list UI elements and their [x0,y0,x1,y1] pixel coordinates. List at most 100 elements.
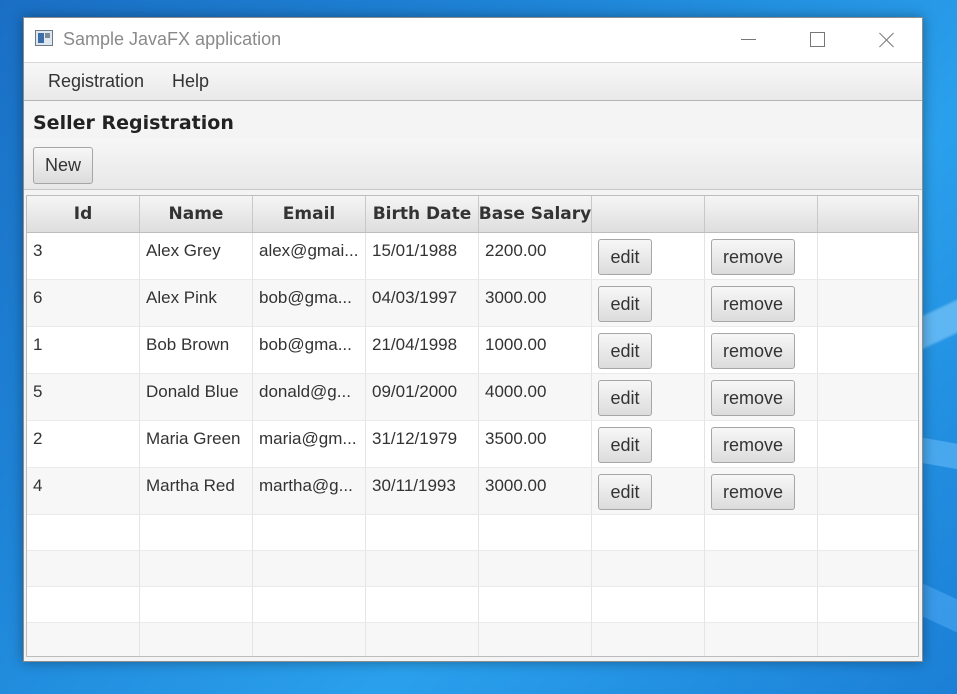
empty-cell [705,623,818,656]
cell-id: 4 [27,468,140,514]
cell-remove: remove [705,280,818,326]
page-title: Seller Registration [33,112,234,134]
title-bar[interactable]: Sample JavaFX application [24,18,922,63]
edit-button[interactable]: edit [598,474,652,510]
empty-cell [592,587,705,622]
empty-cell [592,515,705,550]
cell-remove: remove [705,327,818,373]
table-row[interactable]: 1 Bob Brown bob@gma... 21/04/1998 1000.00 edi… [27,327,918,374]
new-seller-button[interactable]: New [33,147,93,184]
cell-base-salary: 3500.00 [479,421,592,467]
table-row[interactable]: 2 Maria Green maria@gm... 31/12/1979 3500.00… [27,421,918,468]
close-icon[interactable] [857,18,917,62]
empty-cell [27,623,140,656]
empty-cell [479,515,592,550]
cell-filler [818,421,918,467]
edit-button[interactable]: edit [598,286,652,322]
empty-cell [366,587,479,622]
cell-remove: remove [705,374,818,420]
column-header-filler [818,196,918,232]
remove-button[interactable]: remove [711,380,795,416]
cell-id: 2 [27,421,140,467]
empty-cell [818,587,918,622]
cell-id: 6 [27,280,140,326]
column-header-email[interactable]: Email [253,196,366,232]
cell-edit: edit [592,280,705,326]
empty-cell [818,551,918,586]
empty-cell [705,515,818,550]
remove-button[interactable]: remove [711,333,795,369]
cell-name: Martha Red [140,468,253,514]
column-header-base-salary[interactable]: Base Salary [479,196,592,232]
column-header-remove[interactable] [705,196,818,232]
toolbar: New [24,139,922,190]
cell-email: alex@gmai... [253,233,366,279]
column-header-edit[interactable] [592,196,705,232]
empty-cell [479,623,592,656]
cell-name: Maria Green [140,421,253,467]
cell-name: Donald Blue [140,374,253,420]
edit-button[interactable]: edit [598,427,652,463]
empty-cell [27,515,140,550]
edit-button[interactable]: edit [598,380,652,416]
cell-birth-date: 21/04/1998 [366,327,479,373]
empty-cell [366,551,479,586]
column-header-name[interactable]: Name [140,196,253,232]
empty-table-row [27,551,918,587]
menu-registration[interactable]: Registration [38,71,154,92]
empty-cell [366,515,479,550]
cell-base-salary: 1000.00 [479,327,592,373]
cell-base-salary: 3000.00 [479,280,592,326]
cell-remove: remove [705,233,818,279]
cell-remove: remove [705,468,818,514]
cell-name: Alex Grey [140,233,253,279]
cell-id: 5 [27,374,140,420]
cell-id: 3 [27,233,140,279]
empty-cell [253,551,366,586]
app-window: Sample JavaFX application Registration H… [23,17,923,662]
empty-cell [253,623,366,656]
maximize-icon[interactable] [787,18,847,62]
empty-cell [818,515,918,550]
cell-name: Alex Pink [140,280,253,326]
table-row[interactable]: 4 Martha Red martha@g... 30/11/1993 3000.00 e… [27,468,918,515]
cell-email: bob@gma... [253,280,366,326]
empty-cell [140,623,253,656]
cell-birth-date: 15/01/1988 [366,233,479,279]
table-row[interactable]: 3 Alex Grey alex@gmai... 15/01/1988 2200.00 e… [27,233,918,280]
empty-cell [705,551,818,586]
cell-edit: edit [592,468,705,514]
remove-button[interactable]: remove [711,474,795,510]
cell-id: 1 [27,327,140,373]
window-title: Sample JavaFX application [63,29,282,49]
column-header-id[interactable]: Id [27,196,140,232]
empty-cell [592,551,705,586]
table-row[interactable]: 5 Donald Blue donald@g... 09/01/2000 4000.00… [27,374,918,421]
cell-email: bob@gma... [253,327,366,373]
cell-name: Bob Brown [140,327,253,373]
menu-help[interactable]: Help [162,71,219,92]
remove-button[interactable]: remove [711,239,795,275]
remove-button[interactable]: remove [711,427,795,463]
table-header: Id Name Email Birth Date Base Salary [27,196,918,233]
empty-cell [479,551,592,586]
cell-edit: edit [592,374,705,420]
cell-filler [818,374,918,420]
table-row[interactable]: 6 Alex Pink bob@gma... 04/03/1997 3000.00 edi… [27,280,918,327]
edit-button[interactable]: edit [598,239,652,275]
cell-base-salary: 3000.00 [479,468,592,514]
column-header-birth-date[interactable]: Birth Date [366,196,479,232]
minimize-icon[interactable] [718,18,778,62]
edit-button[interactable]: edit [598,333,652,369]
menu-bar: Registration Help [24,63,922,101]
cell-filler [818,468,918,514]
empty-cell [705,587,818,622]
empty-cell [592,623,705,656]
cell-filler [818,280,918,326]
cell-remove: remove [705,421,818,467]
java-app-icon [35,30,53,46]
empty-cell [366,623,479,656]
remove-button[interactable]: remove [711,286,795,322]
cell-edit: edit [592,327,705,373]
cell-birth-date: 04/03/1997 [366,280,479,326]
